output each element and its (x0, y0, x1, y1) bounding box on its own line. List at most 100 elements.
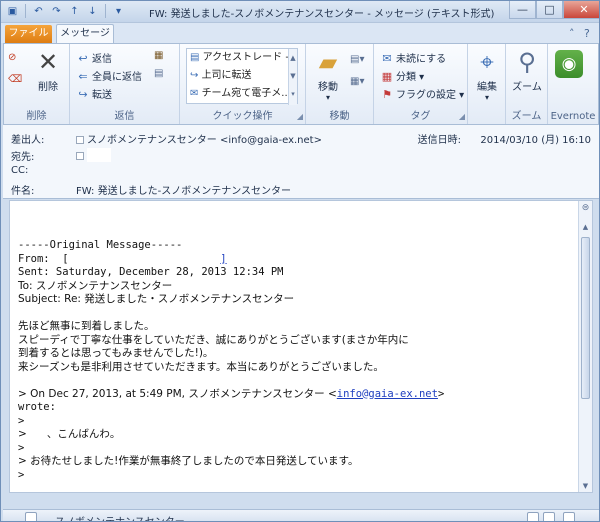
delete-label: 削除 (38, 82, 58, 93)
wrote-line: wrote: (18, 401, 56, 413)
quote-header-line: > On Dec 27, 2013, at 5:49 PM, スノボメンテナンス… (18, 388, 578, 402)
quote-line: > お待たせしました!作業が無事終了しましたので本日発送しています。 (18, 455, 359, 467)
folder-move-icon: ▤ (190, 52, 203, 63)
scroll-down-icon[interactable]: ▼ (289, 67, 297, 85)
reply-label: 返信 (92, 54, 112, 65)
categorize-button[interactable]: ▦ 分類 ▾ (380, 68, 424, 83)
avatar[interactable] (25, 512, 37, 521)
people-pane-expand-button[interactable] (563, 512, 575, 521)
scroll-thumb[interactable] (581, 237, 590, 399)
mark-unread-button[interactable]: ✉ 未読にする (380, 50, 446, 65)
paragraph-line: スピーディで丁寧な仕事をしていただき、誠にありがとうございます(まさか年内に (18, 333, 409, 346)
from-line-end[interactable]: ] (220, 253, 226, 265)
more-icon[interactable]: ▾ (289, 85, 297, 103)
up-arrow-icon[interactable]: ↑ (67, 4, 82, 19)
from-value-text: スノボメンテナンスセンター <info@gaia-ex.net> (87, 135, 322, 146)
editing-label: 編集 (477, 82, 497, 93)
help-icon[interactable]: ? (584, 27, 590, 40)
group-quicksteps: ▤ アクセストレード - ... ↪ 上司に転送 ✉ チーム宛て電子メ... ▲… (180, 44, 306, 124)
message-window: ▣ ↶ ↷ ↑ ↓ ▾ FW: 発送しました-スノボメンテナンスセンター - メ… (0, 0, 600, 522)
group-tags-label: タグ (410, 111, 431, 122)
paragraph-line: 先ほど無事に到着しました。 (18, 320, 155, 332)
quick-access-toolbar: ▣ ↶ ↷ ↑ ↓ ▾ (5, 4, 126, 19)
editing-dropdown-icon: ▾ (484, 93, 489, 102)
save-icon[interactable]: ▣ (5, 4, 20, 19)
redacted-recipient (87, 148, 111, 162)
quickstep-label: チーム宛て電子メ... (201, 88, 291, 99)
people-pane-button[interactable] (527, 512, 539, 521)
message-header: 差出人: スノボメンテナンスセンター <info@gaia-ex.net> 送信… (3, 125, 599, 199)
message-body[interactable]: -----Original Message----- From: [ ] Sent:… (9, 200, 593, 493)
qat-separator (25, 4, 26, 18)
scroll-up-icon[interactable]: ▲ (289, 49, 297, 67)
tab-file[interactable]: ファイル (5, 25, 52, 43)
scroll-down-icon[interactable]: ▼ (579, 480, 592, 492)
rules-icon[interactable]: ▤▾ (350, 54, 364, 65)
group-delete: ⊘ ⌫ ✕ 削除 削除 (4, 44, 70, 124)
paragraph-line: 来シーズンも是非利用させていただきます。本当にありがとうございました。 (18, 360, 384, 373)
categorize-icon: ▦ (381, 70, 393, 83)
envelope-icon: ✉ (382, 52, 392, 65)
cleanup-icon[interactable]: ⌫ (8, 74, 22, 85)
evernote-elephant-icon[interactable]: ◉ (555, 50, 583, 78)
to-value[interactable] (76, 148, 111, 162)
group-quicksteps-label: クイック操作 (212, 111, 273, 122)
people-pane-button[interactable] (543, 512, 555, 521)
scroll-up-icon[interactable]: ▲ (579, 221, 592, 233)
reply-button[interactable]: ↩ 返信 (76, 50, 112, 65)
split-icon[interactable]: ⊜ (580, 203, 591, 215)
actions-icon[interactable]: ▦▾ (350, 76, 364, 87)
delete-button[interactable]: ✕ 削除 (30, 48, 66, 93)
maximize-button[interactable]: □ (536, 1, 563, 19)
down-arrow-icon[interactable]: ↓ (85, 4, 100, 19)
move-dropdown-icon: ▾ (325, 93, 330, 102)
minimize-button[interactable]: — (509, 1, 536, 19)
ribbon: ⊘ ⌫ ✕ 削除 削除 ↩ 返信 ⇐ 全員に返信 ↪ 転送 ▦ ▤ 返信 ▤ アクセス… (3, 43, 599, 125)
close-button[interactable]: ✕ (563, 1, 599, 19)
original-message-line: -----Original Message----- (18, 239, 183, 251)
forward-button[interactable]: ↪ 転送 (76, 86, 112, 101)
folder-icon: ▰ (318, 48, 338, 76)
reply-all-label: 全員に返信 (92, 72, 142, 83)
quicksteps-scroll[interactable]: ▲ ▼ ▾ (288, 49, 297, 105)
quote-email-link[interactable]: info@gaia-ex.net (337, 388, 438, 400)
quote-line: > (18, 414, 25, 427)
group-expand-icon[interactable]: ◢ (297, 112, 303, 121)
qat-customize-icon[interactable]: ▾ (111, 4, 126, 19)
quicksteps-gallery: ▤ アクセストレード - ... ↪ 上司に転送 ✉ チーム宛て電子メ... ▲… (186, 48, 298, 105)
reply-icon: ↩ (78, 52, 88, 65)
group-zoom: ⚲ ズーム ズーム (506, 44, 548, 124)
tab-message[interactable]: メッセージ (56, 24, 114, 44)
quickstep-item[interactable]: ✉ チーム宛て電子メ... (187, 85, 297, 103)
group-editing: ⌖ 編集 ▾ (468, 44, 506, 124)
from-line: From: [ ] (18, 253, 578, 267)
undo-icon[interactable]: ↶ (31, 4, 46, 19)
to-line: To: スノボメンテナンスセンター (18, 279, 173, 292)
group-move: ▰ 移動 ▾ ▤▾ ▦▾ 移動 (306, 44, 374, 124)
editing-button[interactable]: ⌖ 編集 ▾ (470, 48, 504, 102)
reply-all-button[interactable]: ⇐ 全員に返信 (76, 68, 142, 83)
magnifier-icon: ⚲ (518, 48, 536, 76)
quote-header-end: > (437, 387, 445, 400)
group-move-label: 移動 (329, 111, 350, 122)
ribbon-minimize-icon[interactable]: ˄ (569, 27, 575, 40)
group-evernote-label: Evernote (550, 111, 596, 122)
qat-separator (105, 4, 106, 18)
group-expand-icon[interactable]: ◢ (459, 112, 465, 121)
meeting-reply-icon[interactable]: ▦ (154, 50, 163, 61)
redo-icon[interactable]: ↷ (49, 4, 64, 19)
body-scrollbar[interactable]: ⊜ ▲ ▼ (578, 201, 592, 492)
contact-icon (76, 136, 84, 144)
move-button[interactable]: ▰ 移動 ▾ (310, 48, 346, 102)
group-respond: ↩ 返信 ⇐ 全員に返信 ↪ 転送 ▦ ▤ 返信 (70, 44, 180, 124)
quickstep-item[interactable]: ▤ アクセストレード - ... (187, 49, 297, 67)
zoom-button[interactable]: ⚲ ズーム (510, 48, 544, 93)
reply-all-icon: ⇐ (78, 70, 88, 83)
ignore-icon[interactable]: ⊘ (8, 52, 16, 63)
followup-button[interactable]: ⚑ フラグの設定 ▾ (380, 86, 464, 101)
quickstep-item[interactable]: ↪ 上司に転送 (187, 67, 297, 85)
group-evernote: ◉ Evernote (548, 44, 598, 124)
more-respond-icon[interactable]: ▤ (154, 68, 163, 79)
from-value[interactable]: スノボメンテナンスセンター <info@gaia-ex.net> (76, 131, 322, 146)
